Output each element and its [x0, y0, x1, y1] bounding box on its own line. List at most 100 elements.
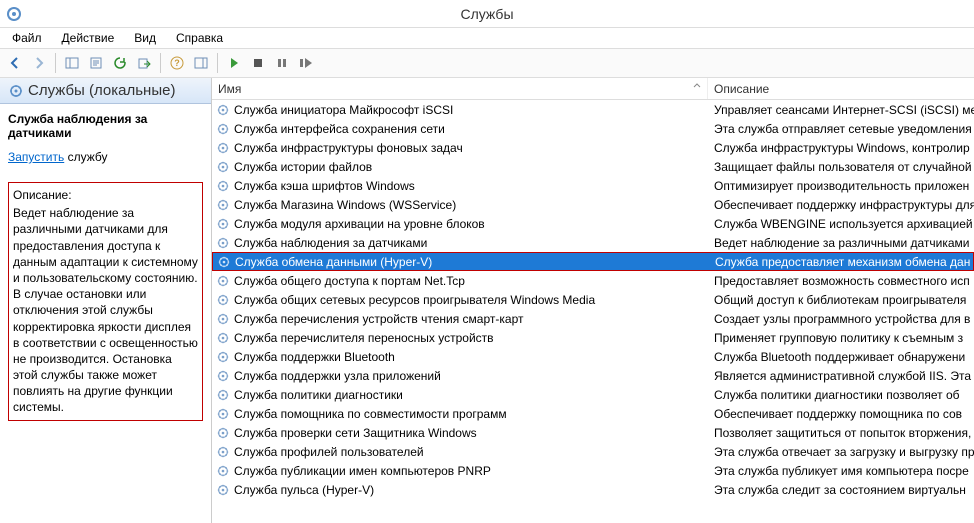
service-description: Эта служба следит за состоянием виртуаль… [708, 483, 974, 497]
description-label: Описание: [13, 187, 198, 203]
description-text: Ведет наблюдение за различными датчиками… [13, 205, 198, 415]
service-name: Служба общих сетевых ресурсов проигрыват… [234, 293, 708, 307]
menu-help[interactable]: Справка [168, 30, 231, 46]
description-box: Описание: Ведет наблюдение за различными… [8, 182, 203, 421]
service-row[interactable]: Служба модуля архивации на уровне блоков… [212, 214, 974, 233]
service-name: Служба общего доступа к портам Net.Tcp [234, 274, 708, 288]
service-name: Служба перечислителя переносных устройст… [234, 331, 708, 345]
service-row[interactable]: Служба перечисления устройств чтения сма… [212, 309, 974, 328]
gear-icon [212, 426, 234, 440]
help-button[interactable]: ? [166, 52, 188, 74]
service-row[interactable]: Служба интерфейса сохранения сетиЭта слу… [212, 119, 974, 138]
service-description: Эта служба отправляет сетевые уведомлени… [708, 122, 974, 136]
service-row[interactable]: Служба проверки сети Защитника WindowsПо… [212, 423, 974, 442]
menu-action[interactable]: Действие [54, 30, 123, 46]
service-list[interactable]: Служба инициатора Майкрософт iSCSIУправл… [212, 100, 974, 523]
service-row[interactable]: Служба Магазина Windows (WSService)Обесп… [212, 195, 974, 214]
properties-button[interactable] [85, 52, 107, 74]
panel-header-text: Службы (локальные) [28, 82, 175, 99]
svg-text:?: ? [174, 58, 180, 68]
start-service-link[interactable]: Запустить [8, 150, 64, 164]
column-name[interactable]: Имя [212, 78, 708, 99]
back-button[interactable] [4, 52, 26, 74]
export-list-button[interactable] [133, 52, 155, 74]
service-row[interactable]: Служба политики диагностикиСлужба полити… [212, 385, 974, 404]
service-row[interactable]: Служба поддержки BluetoothСлужба Bluetoo… [212, 347, 974, 366]
service-description: Служба предоставляет механизм обмена дан [709, 255, 973, 269]
toolbar: ? [0, 48, 974, 78]
restart-service-button[interactable] [295, 52, 317, 74]
selected-service-title: Служба наблюдения за датчиками [8, 112, 203, 140]
forward-button[interactable] [28, 52, 50, 74]
service-description: Общий доступ к библиотекам проигрывателя [708, 293, 974, 307]
service-name: Служба публикации имен компьютеров PNRP [234, 464, 708, 478]
service-row[interactable]: Служба истории файловЗащищает файлы поль… [212, 157, 974, 176]
service-description: Предоставляет возможность совместного ис… [708, 274, 974, 288]
toolbar-sep [55, 53, 56, 73]
details-pane: Служба наблюдения за датчиками Запустить… [0, 104, 211, 429]
service-row[interactable]: Служба наблюдения за датчикамиВедет набл… [212, 233, 974, 252]
gear-icon [212, 198, 234, 212]
service-name: Служба интерфейса сохранения сети [234, 122, 708, 136]
gear-icon [212, 388, 234, 402]
service-name: Служба перечисления устройств чтения сма… [234, 312, 708, 326]
service-row[interactable]: Служба помощника по совместимости програ… [212, 404, 974, 423]
gear-icon [212, 293, 234, 307]
service-name: Служба кэша шрифтов Windows [234, 179, 708, 193]
service-name: Служба инфраструктуры фоновых задач [234, 141, 708, 155]
service-name: Служба профилей пользователей [234, 445, 708, 459]
pause-service-button[interactable] [271, 52, 293, 74]
show-hide-console-tree-button[interactable] [61, 52, 83, 74]
service-name: Служба политики диагностики [234, 388, 708, 402]
service-description: Обеспечивает поддержку помощника по сов [708, 407, 974, 421]
service-description: Оптимизирует производительность приложен [708, 179, 974, 193]
column-description[interactable]: Описание [708, 82, 974, 96]
start-service-button[interactable] [223, 52, 245, 74]
service-row[interactable]: Служба профилей пользователейЭта служба … [212, 442, 974, 461]
service-name: Служба помощника по совместимости програ… [234, 407, 708, 421]
service-description: Служба инфраструктуры Windows, контролир [708, 141, 974, 155]
service-row[interactable]: Служба поддержки узла приложенийЯвляется… [212, 366, 974, 385]
service-name: Служба обмена данными (Hyper-V) [235, 255, 709, 269]
gear-icon [212, 179, 234, 193]
action-pane-button[interactable] [190, 52, 212, 74]
service-name: Служба пульса (Hyper-V) [234, 483, 708, 497]
gear-icon [212, 217, 234, 231]
service-name: Служба наблюдения за датчиками [234, 236, 708, 250]
services-icon [8, 83, 24, 99]
gear-icon [212, 483, 234, 497]
start-suffix: службу [64, 150, 107, 164]
service-row[interactable]: Служба общего доступа к портам Net.TcpПр… [212, 271, 974, 290]
service-row[interactable]: Служба кэша шрифтов WindowsОптимизирует … [212, 176, 974, 195]
gear-icon [212, 160, 234, 174]
toolbar-sep [217, 53, 218, 73]
gear-icon [212, 312, 234, 326]
service-name: Служба поддержки узла приложений [234, 369, 708, 383]
service-row[interactable]: Служба общих сетевых ресурсов проигрыват… [212, 290, 974, 309]
service-name: Служба истории файлов [234, 160, 708, 174]
menubar: Файл Действие Вид Справка [0, 28, 974, 48]
gear-icon [212, 464, 234, 478]
service-row[interactable]: Служба пульса (Hyper-V)Эта служба следит… [212, 480, 974, 499]
service-description: Служба политики диагностики позволяет об [708, 388, 974, 402]
service-description: Ведет наблюдение за различными датчиками [708, 236, 974, 250]
service-row[interactable]: Служба инфраструктуры фоновых задачСлужб… [212, 138, 974, 157]
gear-icon [212, 407, 234, 421]
service-name: Служба модуля архивации на уровне блоков [234, 217, 708, 231]
menu-view[interactable]: Вид [126, 30, 164, 46]
service-row[interactable]: Служба инициатора Майкрософт iSCSIУправл… [212, 100, 974, 119]
column-headers: Имя Описание [212, 78, 974, 100]
service-name: Служба инициатора Майкрософт iSCSI [234, 103, 708, 117]
gear-icon [212, 369, 234, 383]
main-body: Службы (локальные) Служба наблюдения за … [0, 78, 974, 523]
service-row[interactable]: Служба публикации имен компьютеров PNRPЭ… [212, 461, 974, 480]
stop-service-button[interactable] [247, 52, 269, 74]
menu-file[interactable]: Файл [4, 30, 50, 46]
refresh-button[interactable] [109, 52, 131, 74]
panel-header: Службы (локальные) [0, 78, 211, 104]
service-name: Служба поддержки Bluetooth [234, 350, 708, 364]
service-name: Служба проверки сети Защитника Windows [234, 426, 708, 440]
service-row[interactable]: Служба перечислителя переносных устройст… [212, 328, 974, 347]
service-description: Служба Bluetooth поддерживает обнаружени [708, 350, 974, 364]
service-row[interactable]: Служба обмена данными (Hyper-V)Служба пр… [212, 252, 974, 271]
